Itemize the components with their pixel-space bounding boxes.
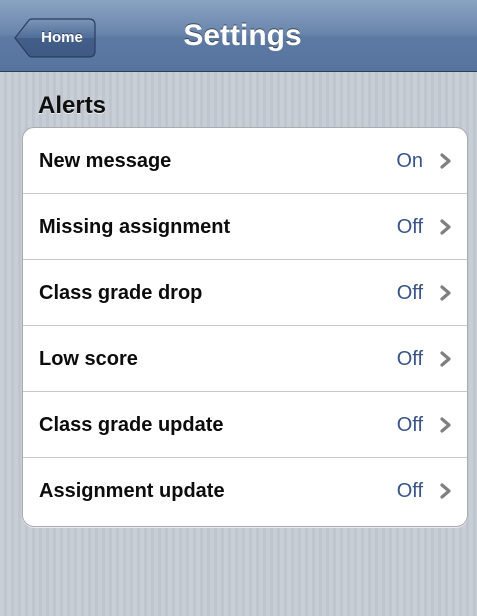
alert-row-assignment-update[interactable]: Assignment update Off — [23, 458, 467, 526]
chevron-right-icon — [440, 417, 451, 433]
alert-label: Assignment update — [39, 480, 225, 502]
alert-value: Off — [396, 216, 423, 238]
alert-value: Off — [396, 348, 423, 370]
alert-value: Off — [396, 282, 423, 304]
alert-row-class-grade-update[interactable]: Class grade update Off — [23, 392, 467, 458]
chevron-right-icon — [440, 285, 451, 301]
chevron-right-icon — [440, 483, 451, 499]
alert-value: Off — [396, 480, 423, 502]
chevron-right-icon — [440, 351, 451, 367]
alert-value: Off — [396, 414, 423, 436]
alert-label: Low score — [39, 348, 138, 370]
chevron-right-icon — [440, 153, 451, 169]
alert-row-class-grade-drop[interactable]: Class grade drop Off — [23, 260, 467, 326]
alert-label: Class grade update — [39, 414, 224, 436]
alert-row-new-message[interactable]: New message On — [23, 128, 467, 194]
chevron-right-icon — [440, 219, 451, 235]
alert-label: New message — [39, 150, 172, 172]
alert-label: Class grade drop — [39, 282, 203, 304]
navigation-bar: Home Settings — [0, 0, 477, 72]
alert-row-missing-assignment[interactable]: Missing assignment Off — [23, 194, 467, 260]
alert-row-low-score[interactable]: Low score Off — [23, 326, 467, 392]
home-back-label: Home — [41, 29, 83, 46]
home-back-button[interactable]: Home — [14, 18, 96, 58]
alerts-group: New message On Missing assignment Off Cl… — [22, 127, 468, 527]
section-header-alerts: Alerts — [38, 92, 107, 119]
page-title: Settings — [183, 19, 302, 52]
alert-label: Missing assignment — [39, 216, 231, 238]
alert-value: On — [396, 150, 423, 172]
